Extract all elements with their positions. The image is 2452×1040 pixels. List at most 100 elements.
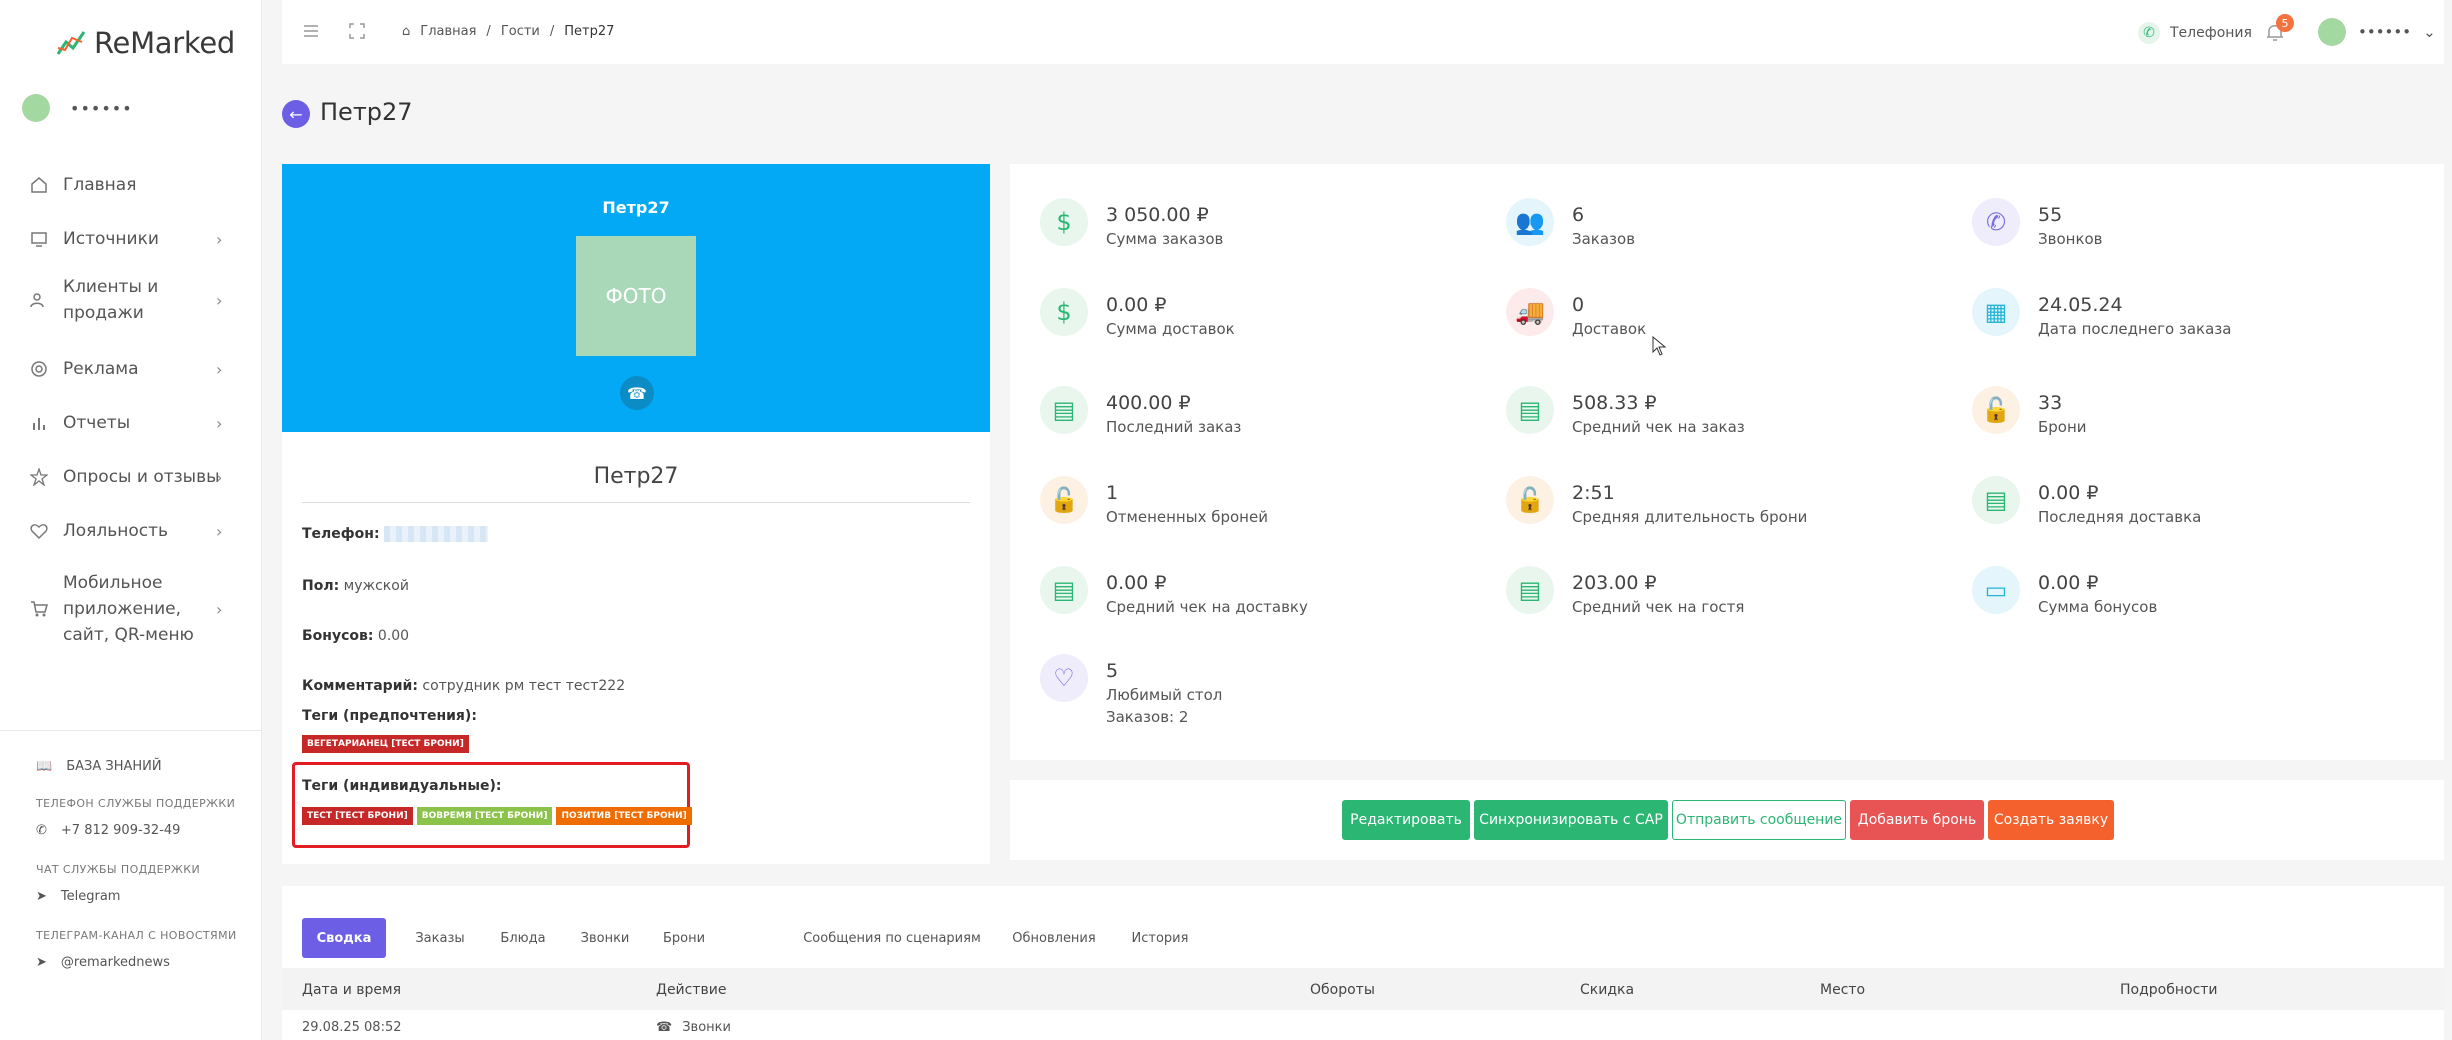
tab-orders[interactable]: Заказы xyxy=(404,918,476,958)
stat-value: 0.00 ₽ xyxy=(1106,294,1167,316)
page-title: Петр27 xyxy=(320,98,413,126)
stat-value: 33 xyxy=(2038,392,2063,414)
chevron-right-icon: › xyxy=(216,521,223,541)
home-icon xyxy=(31,177,47,193)
chevron-right-icon: › xyxy=(216,413,223,433)
heart-icon xyxy=(30,524,48,540)
sidebar-item-label: Реклама xyxy=(63,359,139,379)
stat-last-delivery: ▤ 0.00 ₽ Последняя доставка xyxy=(1972,476,2201,526)
column-header[interactable]: Действие xyxy=(656,982,726,998)
truck-icon: 🚚 xyxy=(1506,288,1554,336)
column-header[interactable]: Дата и время xyxy=(302,982,401,998)
column-header[interactable]: Скидка xyxy=(1580,982,1634,998)
sidebar-item-label: Источники xyxy=(63,229,159,249)
sidebar-item-ads[interactable]: Реклама › xyxy=(0,354,262,384)
sidebar-user[interactable]: •••••• xyxy=(22,94,133,122)
heart-icon: ♡ xyxy=(1040,654,1088,702)
breadcrumb-current: Петр27 xyxy=(564,24,615,39)
phone-label: Телефон: xyxy=(302,526,380,542)
column-header[interactable]: Подробности xyxy=(2120,982,2218,998)
support-chat: Telegram xyxy=(60,889,121,904)
breadcrumb-home[interactable]: Главная xyxy=(420,24,476,39)
stat-value: 55 xyxy=(2038,204,2063,226)
support-chat-link[interactable]: ➤ Telegram xyxy=(36,889,120,904)
sidebar-item-clients[interactable]: Клиенты и продажи › xyxy=(0,274,262,326)
gender-label: Пол: xyxy=(302,578,340,594)
stat-value: 5 xyxy=(1106,660,1119,682)
stat-delivery-sum: $ 0.00 ₽ Сумма доставок xyxy=(1040,288,1235,338)
logo[interactable]: ReMarked xyxy=(56,26,235,60)
send-message-button[interactable]: Отправить сообщение xyxy=(1672,800,1846,840)
tab-scenario-messages[interactable]: Сообщения по сценариям xyxy=(776,918,1008,958)
support-phone-link[interactable]: ✆ +7 812 909-32-49 xyxy=(36,823,180,838)
column-header[interactable]: Обороты xyxy=(1310,982,1375,998)
edit-button[interactable]: Редактировать xyxy=(1342,800,1470,840)
mouse-cursor-icon xyxy=(1652,336,1666,356)
tab-calls[interactable]: Звонки xyxy=(570,918,640,958)
highlight-box xyxy=(292,762,690,848)
phone-icon: ✆ xyxy=(36,823,47,838)
tab-updates[interactable]: Обновления xyxy=(994,918,1114,958)
row-action-label: Звонки xyxy=(682,1020,731,1035)
document-icon: ▤ xyxy=(1040,566,1088,614)
guest-photo[interactable]: ФОТО xyxy=(576,236,696,356)
avatar xyxy=(22,94,50,122)
pref-tags-label: Теги (предпочтения): xyxy=(302,708,477,724)
table-row[interactable]: 29.08.25 08:52 xyxy=(302,1020,402,1035)
stat-deliveries: 🚚 0 Доставок xyxy=(1506,288,1646,338)
call-button[interactable]: ☎ xyxy=(620,376,654,410)
sidebar-item-surveys[interactable]: Опросы и отзывы › xyxy=(0,462,262,492)
breadcrumb: ⌂ Главная / Гости / Петр27 xyxy=(402,24,614,39)
photo-label: ФОТО xyxy=(605,284,667,308)
divider xyxy=(302,502,970,503)
logo-chart-icon xyxy=(56,31,86,55)
sidebar-item-loyalty[interactable]: Лояльность › xyxy=(0,516,262,546)
sidebar-item-home[interactable]: Главная xyxy=(0,170,262,200)
logo-text: ReMarked xyxy=(94,26,236,60)
document-icon: ▤ xyxy=(1040,386,1088,434)
stat-orders-count: 👥 6 Заказов xyxy=(1506,198,1635,248)
row-action: ☎ Звонки xyxy=(656,1020,731,1035)
phone-icon: ☎ xyxy=(656,1020,673,1035)
bonus-field: Бонусов: 0.00 xyxy=(302,628,409,644)
actions-card: Редактировать Синхронизировать с CAP Отп… xyxy=(1010,780,2444,860)
tab-history[interactable]: История xyxy=(1112,918,1208,958)
add-booking-button[interactable]: Добавить бронь xyxy=(1850,800,1984,840)
user-menu[interactable]: •••••• ⌄ xyxy=(2318,18,2436,46)
stat-value: 0.00 ₽ xyxy=(1106,572,1167,594)
tab-dishes[interactable]: Блюда xyxy=(492,918,554,958)
chevron-right-icon: › xyxy=(216,359,223,379)
sidebar-item-mobile-app[interactable]: Мобильное приложение, сайт, QR-меню › xyxy=(0,570,262,648)
arrow-left-icon: ← xyxy=(289,104,303,124)
sync-cap-button[interactable]: Синхронизировать с CAP xyxy=(1474,800,1668,840)
tag: ПОЗИТИВ [ТЕСТ БРОНИ] xyxy=(556,807,692,825)
fullscreen-icon[interactable] xyxy=(348,22,366,40)
breadcrumb-guests[interactable]: Гости xyxy=(501,24,540,39)
sidebar-item-reports[interactable]: Отчеты › xyxy=(0,408,262,438)
sidebar: ReMarked •••••• Главная Источники › Клие… xyxy=(0,0,262,1040)
telephony-button[interactable]: ✆ Телефония xyxy=(2138,22,2252,44)
knowledge-base-link[interactable]: 📖 БАЗА ЗНАНИЙ xyxy=(36,759,162,774)
menu-icon[interactable] xyxy=(302,22,320,40)
knowledge-base-label: БАЗА ЗНАНИЙ xyxy=(66,759,162,774)
bar-chart-icon xyxy=(33,418,45,430)
stat-value: 400.00 ₽ xyxy=(1106,392,1191,414)
pref-tags-field: Теги (предпочтения): xyxy=(302,708,477,724)
stat-caption: Последний заказ xyxy=(1106,418,1242,436)
tab-summary[interactable]: Сводка xyxy=(302,918,386,958)
stat-value: 2:51 xyxy=(1572,482,1615,504)
stat-caption: Отмененных броней xyxy=(1106,508,1268,526)
tab-bookings[interactable]: Брони xyxy=(652,918,716,958)
news-channel-link[interactable]: ➤ @remarkednews xyxy=(36,955,170,970)
stat-value: 508.33 ₽ xyxy=(1572,392,1657,414)
column-header[interactable]: Место xyxy=(1820,982,1865,998)
gender-value: мужской xyxy=(343,578,409,594)
phone-value-blurred xyxy=(383,526,488,542)
stat-caption: Последняя доставка xyxy=(2038,508,2202,526)
sidebar-item-label: Отчеты xyxy=(63,413,131,433)
create-request-button[interactable]: Создать заявку xyxy=(1988,800,2114,840)
dollar-icon: $ xyxy=(1040,198,1088,246)
users-icon: 👥 xyxy=(1506,198,1554,246)
back-button[interactable]: ← xyxy=(282,100,310,128)
sidebar-item-sources[interactable]: Источники › xyxy=(0,224,262,254)
